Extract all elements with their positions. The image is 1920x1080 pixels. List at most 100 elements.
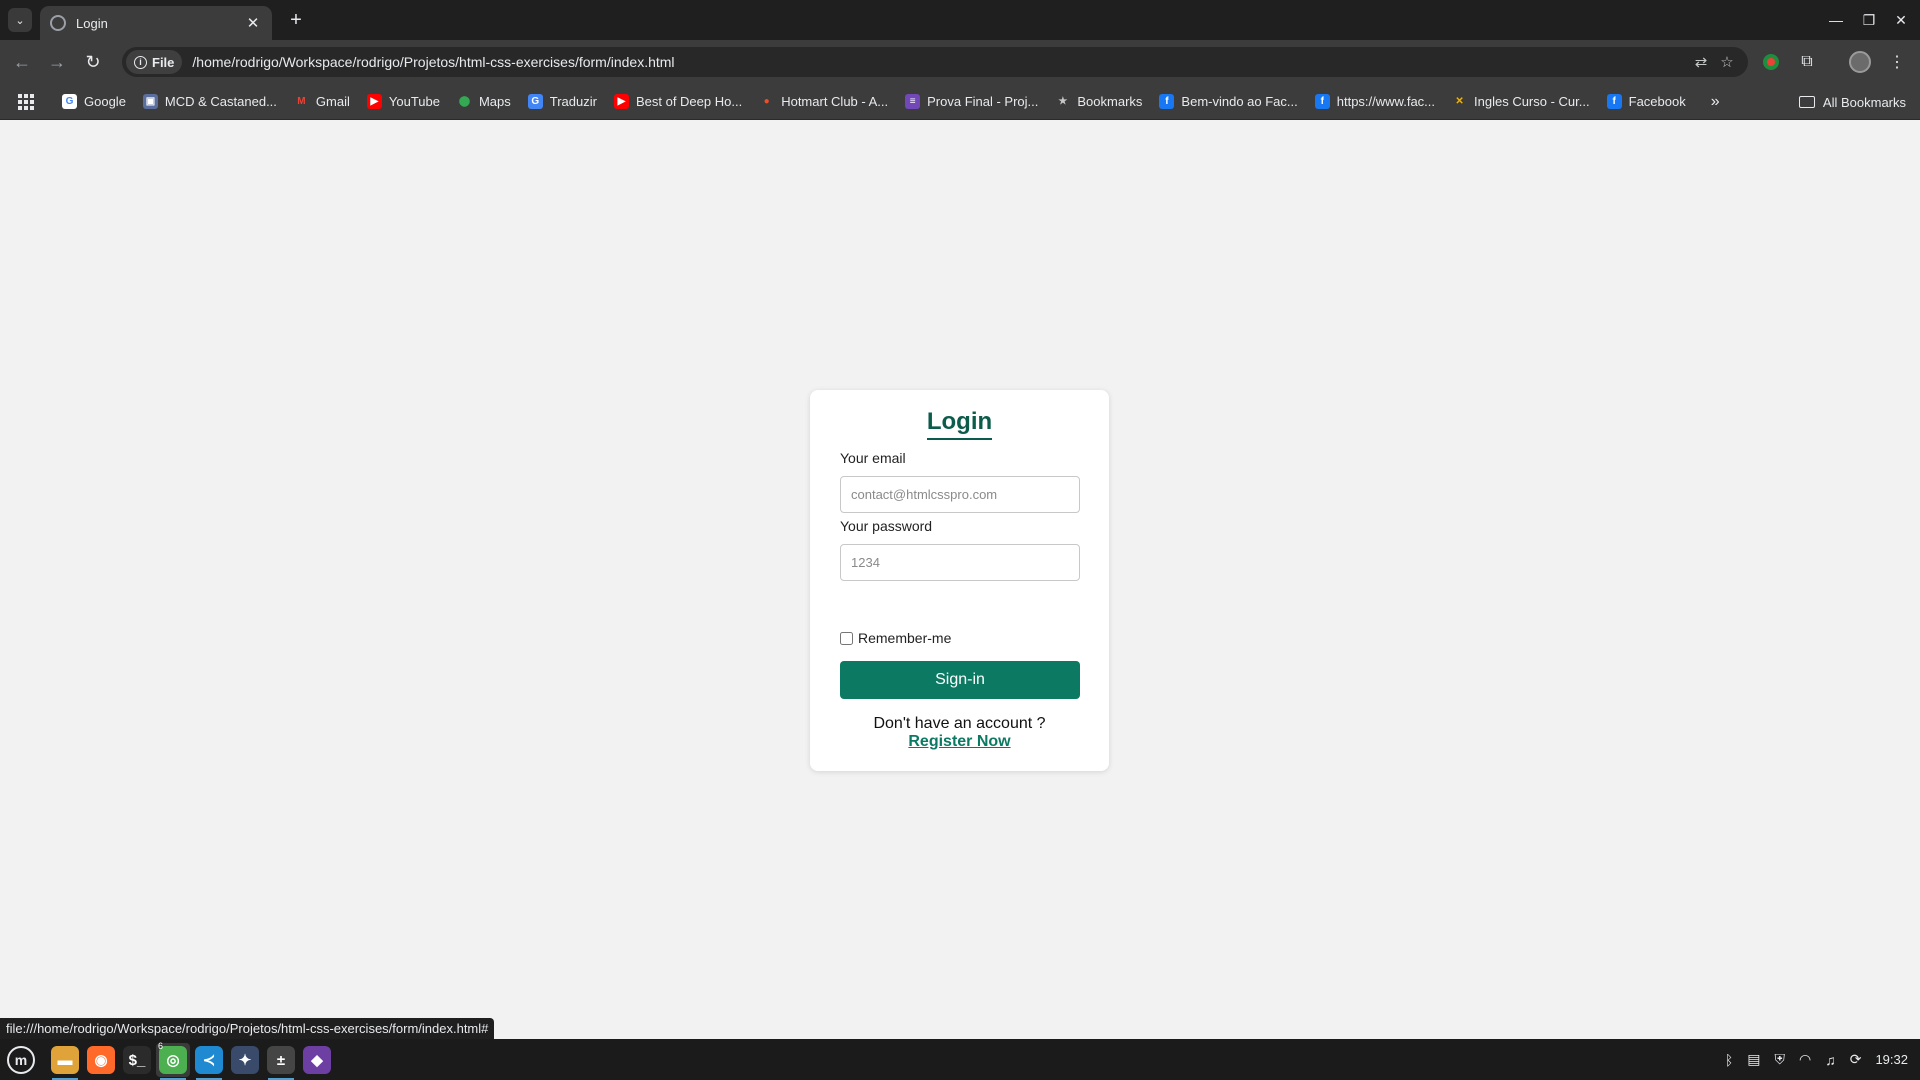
email-field[interactable]: [840, 476, 1080, 513]
bookmark-label: Maps: [478, 94, 511, 109]
bookmark-item[interactable]: ⬤ Maps: [456, 94, 511, 109]
password-field[interactable]: [840, 544, 1080, 581]
bookmark-item[interactable]: M Gmail: [293, 94, 350, 109]
bookmark-item[interactable]: f Facebook: [1606, 94, 1686, 109]
calculator-app-button[interactable]: ±: [264, 1043, 298, 1080]
github-app-icon: ◆: [303, 1046, 331, 1074]
translate-icon: G: [527, 94, 543, 109]
hotmart-icon: ●: [759, 94, 775, 109]
bookmark-label: Gmail: [315, 94, 350, 109]
bookmark-item[interactable]: ▣ MCD & Castaned...: [142, 94, 277, 109]
bookmark-item[interactable]: ● Hotmart Club - A...: [759, 94, 888, 109]
remember-me: Remember-me: [840, 630, 951, 646]
plus-icon: +: [290, 8, 302, 31]
bookmark-item[interactable]: G Traduzir: [527, 94, 597, 109]
reload-button[interactable]: ↻: [81, 50, 105, 74]
bookmark-label: Ingles Curso - Cur...: [1474, 94, 1590, 109]
facebook-icon: f: [1314, 94, 1330, 109]
extension-button[interactable]: [1758, 50, 1784, 74]
arrow-right-icon: →: [48, 51, 66, 72]
signin-button[interactable]: Sign-in: [840, 661, 1080, 699]
files-app-icon: ▬: [51, 1046, 79, 1074]
terminal-app-button[interactable]: $_: [120, 1043, 154, 1077]
tab-search-button[interactable]: ⌄: [8, 8, 32, 32]
back-button[interactable]: ←: [10, 50, 34, 74]
facebook-icon: f: [1606, 94, 1622, 109]
youtube-icon: ▶: [613, 94, 629, 109]
close-window-button[interactable]: ✕: [1890, 10, 1912, 30]
tab-login[interactable]: Login ✕: [40, 6, 272, 40]
bookmark-item[interactable]: ✕ Ingles Curso - Cur...: [1452, 94, 1590, 109]
chevron-down-icon: ⌄: [15, 14, 25, 27]
bookmark-label: Bem-vindo ao Fac...: [1181, 94, 1298, 109]
site-info-label: File: [152, 54, 175, 70]
notification-badge: 6: [158, 1041, 164, 1051]
bookmark-label: Google: [84, 94, 126, 109]
bookmark-list: G Google ▣ MCD & Castaned... M Gmail ▶ YouTube ⬤…: [62, 94, 1703, 109]
remember-me-checkbox[interactable]: [840, 631, 853, 645]
all-bookmarks-button[interactable]: All Bookmarks: [1798, 84, 1906, 120]
update-icon[interactable]: ⟳: [1850, 1051, 1862, 1068]
bookmark-label: https://www.fac...: [1336, 94, 1436, 109]
bookmark-item[interactable]: G Google: [62, 94, 126, 109]
register-link[interactable]: Register Now: [810, 733, 1109, 751]
close-tab-icon[interactable]: ✕: [244, 14, 262, 32]
bookmark-label: YouTube: [388, 94, 440, 109]
files-app-button[interactable]: ▬: [48, 1043, 82, 1080]
wifi-icon[interactable]: ◠: [1799, 1051, 1811, 1068]
bookmark-item[interactable]: ▶ YouTube: [366, 94, 440, 109]
maps-icon: ⬤: [456, 94, 472, 109]
close-icon: ✕: [1895, 11, 1907, 28]
restore-icon: ❐: [1862, 11, 1876, 28]
new-tab-button[interactable]: +: [282, 8, 310, 32]
browser-toolbar: ← → ↻ i File /home/rodrigo/Workspace/rod…: [0, 40, 1920, 84]
puzzle-icon: ⧉: [1801, 53, 1813, 70]
restore-button[interactable]: ❐: [1858, 10, 1880, 30]
shield-icon[interactable]: ⛨: [1775, 1051, 1786, 1068]
chrome-app-button[interactable]: ◎ 6: [156, 1041, 190, 1080]
bookmark-star-icon[interactable]: ☆: [1714, 53, 1740, 71]
firefox-app-button[interactable]: ◉: [84, 1043, 118, 1077]
forward-button[interactable]: →: [45, 50, 69, 74]
bookmark-item[interactable]: f https://www.fac...: [1314, 94, 1436, 109]
youtube-icon: ▶: [366, 94, 382, 109]
course-icon: ✕: [1452, 94, 1468, 109]
bookmark-item[interactable]: f Bem-vindo ao Fac...: [1159, 94, 1298, 109]
url-text[interactable]: /home/rodrigo/Workspace/rodrigo/Projetos…: [192, 54, 1688, 70]
bookmark-label: Prova Final - Proj...: [927, 94, 1039, 109]
taskbar: m ▬ ◉ $_ ◎ 6 ≺ ✦ ± ◆ ᛒ ▤ ⛨ ◠ ♫ ⟳ 19:32: [0, 1039, 1920, 1080]
bookmark-item[interactable]: ≡ Prova Final - Proj...: [905, 94, 1038, 109]
extensions-button[interactable]: ⧉: [1794, 50, 1820, 74]
menu-button[interactable]: ⋮: [1884, 50, 1910, 74]
bluetooth-icon[interactable]: ᛒ: [1725, 1052, 1733, 1068]
mint-menu-button[interactable]: m: [4, 1043, 38, 1077]
launcher-app-button[interactable]: ✦: [228, 1043, 262, 1077]
tab-bar: ⌄ Login ✕ + — ❐ ✕: [0, 0, 1920, 40]
bookmark-item[interactable]: ★ Bookmarks: [1055, 94, 1142, 109]
vscode-app-button[interactable]: ≺: [192, 1043, 226, 1080]
clipboard-icon[interactable]: ▤: [1747, 1051, 1760, 1068]
tab-title: Login: [76, 15, 108, 31]
apps-grid-icon[interactable]: [14, 90, 38, 114]
bookmarks-overflow-icon[interactable]: »: [1711, 93, 1720, 111]
address-bar[interactable]: i File /home/rodrigo/Workspace/rodrigo/P…: [122, 47, 1748, 77]
minimize-button[interactable]: —: [1825, 10, 1847, 30]
forms-icon: ≡: [905, 94, 921, 109]
star-icon: ★: [1055, 94, 1071, 109]
bookmark-item[interactable]: ▶ Best of Deep Ho...: [613, 94, 742, 109]
sound-icon[interactable]: ♫: [1825, 1052, 1836, 1068]
all-bookmarks-label: All Bookmarks: [1822, 94, 1906, 110]
page-content: Login Your email Your password Remember-…: [0, 121, 1920, 1039]
bookmark-label: Facebook: [1628, 94, 1686, 109]
translate-icon[interactable]: ⇄: [1688, 53, 1714, 71]
bookmark-label: Bookmarks: [1077, 94, 1143, 109]
email-label: Your email: [840, 450, 906, 466]
github-app-button[interactable]: ◆: [300, 1043, 334, 1077]
google-icon: G: [62, 94, 77, 109]
minimize-icon: —: [1829, 12, 1843, 28]
mcd-icon: ▣: [142, 94, 158, 109]
site-info-chip[interactable]: i File: [126, 50, 183, 74]
clock[interactable]: 19:32: [1875, 1052, 1908, 1067]
profile-button[interactable]: [1847, 50, 1873, 74]
bookmark-label: Traduzir: [549, 94, 597, 109]
